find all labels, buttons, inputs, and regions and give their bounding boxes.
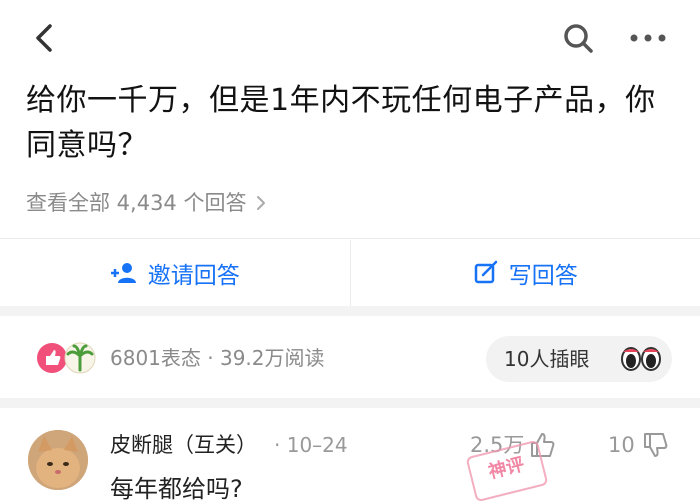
write-answer-label: 写回答 [509,256,578,290]
reaction-icons [34,340,104,376]
dislike-count: 10 [608,430,635,460]
chevron-right-icon [254,193,268,213]
section-gap [0,398,700,408]
thumb-down-icon [641,431,669,459]
stats-text: 6801表态 · 39.2万阅读 [110,340,325,376]
peek-label: 10人插眼 [504,336,589,382]
more-icon[interactable] [626,18,670,58]
view-all-label: 查看全部 4,434 个回答 [26,186,246,220]
divider [0,238,700,239]
section-gap [0,306,700,316]
action-row: 邀请回答 写回答 [0,240,700,306]
stats-row: 6801表态 · 39.2万阅读 10人插眼 [0,316,700,398]
avatar[interactable] [28,430,88,490]
answer-date: · 10–24 [274,430,348,460]
add-person-icon [110,261,138,285]
edit-icon [473,260,499,286]
peek-button[interactable]: 10人插眼 [486,336,672,382]
eyes-icon [620,344,662,374]
back-icon[interactable] [30,18,60,58]
view-all-answers-link[interactable]: 查看全部 4,434 个回答 [26,186,268,220]
invite-answer-label: 邀请回答 [148,256,240,290]
author-name[interactable]: 皮断腿（互关） [110,430,257,460]
answer-text: 每年都给吗? [110,474,243,504]
dislike-button[interactable]: 10 [608,430,669,460]
question-title: 给你一千万，但是1年内不玩任何电子产品，你同意吗？ [26,78,666,168]
answer-item[interactable]: 皮断腿（互关） · 10–24 2.5万 10 神评 每年都给吗? [0,408,700,490]
top-bar [0,0,700,76]
write-answer-button[interactable]: 写回答 [351,240,700,306]
search-icon[interactable] [560,18,596,58]
cat-avatar-icon [28,430,88,490]
invite-answer-button[interactable]: 邀请回答 [0,240,350,306]
